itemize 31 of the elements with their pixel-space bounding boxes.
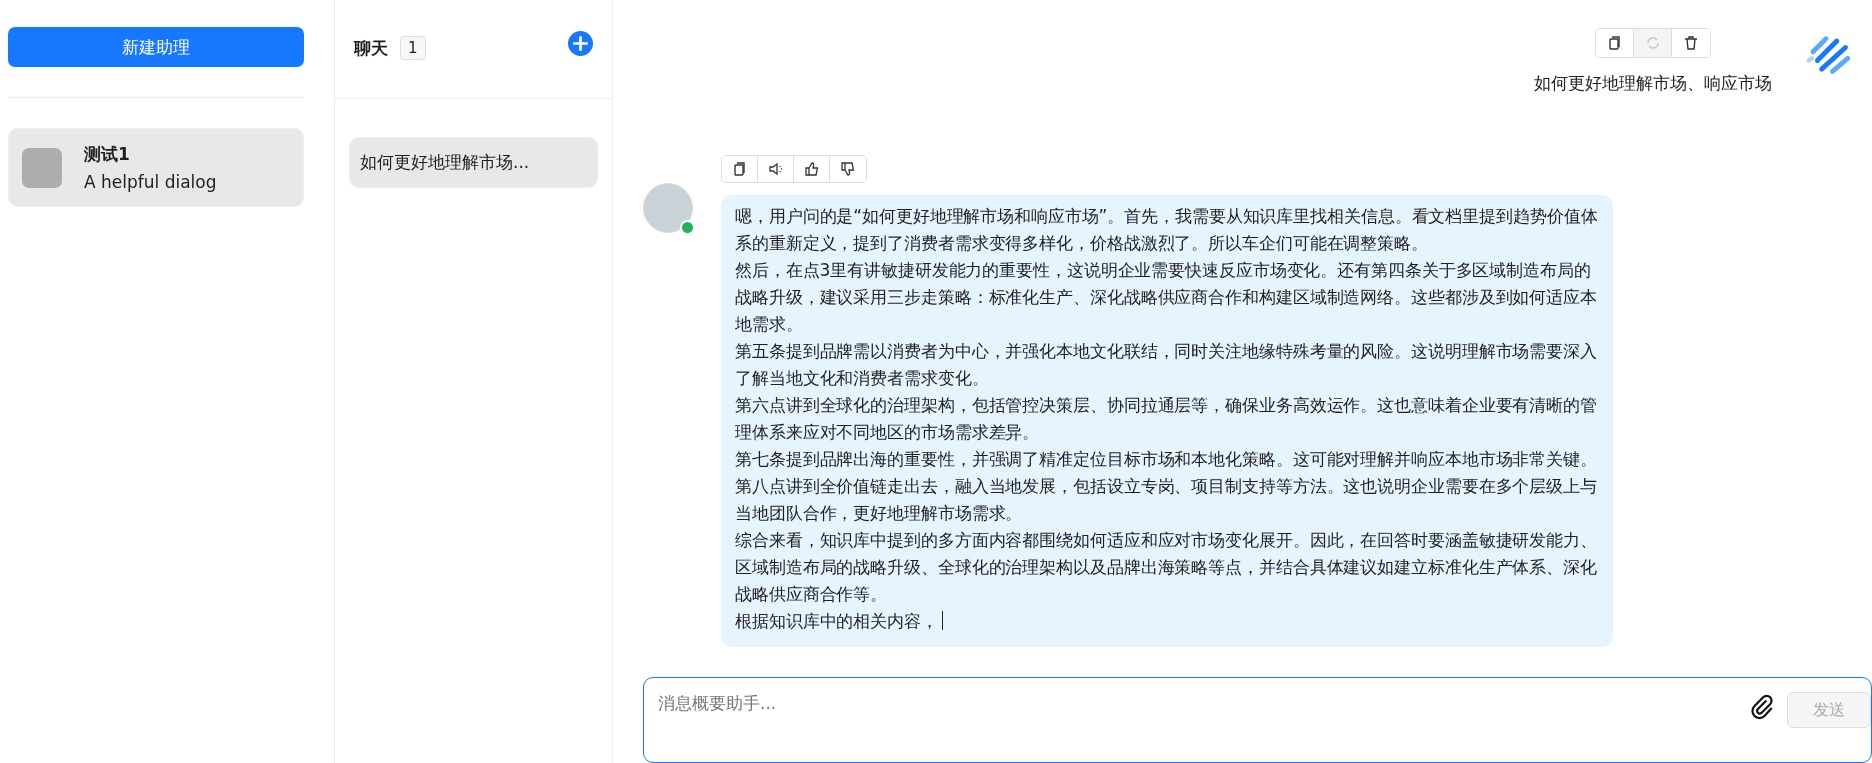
message-paragraph: 第八点讲到全价值链走出去，融入当地发展，包括设立专岗、项目制支持等方法。这也说明企业需要在多个层级上与当地团队合作，更好地理解市场需求。 xyxy=(735,476,1597,523)
send-button[interactable]: 发送 xyxy=(1787,692,1871,728)
message-paragraph: 根据知识库中的相关内容， xyxy=(735,611,938,631)
chat-count-badge: 1 xyxy=(400,36,426,60)
copy-icon xyxy=(731,161,748,177)
chat-item[interactable]: 如何更好地理解市场... xyxy=(349,137,598,188)
bot-avatar-image xyxy=(643,183,693,233)
new-assistant-button[interactable]: 新建助理 xyxy=(8,27,304,67)
message-paragraph: 综合来看，知识库中提到的多方面内容都围绕如何适应和应对市场变化展开。因此，在回答时要涵盖敏捷研发能力、区域制造布局的战略升级、全球化的治理架构以及品牌出海策略等点，并结合具体建议如建立标准化生产体系、深化战略供应商合作等。 xyxy=(735,530,1597,604)
add-chat-icon[interactable] xyxy=(568,30,593,56)
user-message: 如何更好地理解市场、响应市场 xyxy=(1534,72,1772,95)
copy-icon xyxy=(1606,35,1623,51)
assistant-name: 测试1 xyxy=(84,143,131,166)
copy-button[interactable] xyxy=(722,156,758,182)
refresh-icon xyxy=(1644,35,1661,51)
message-paragraph: 嗯，用户问的是“如何更好地理解市场和响应市场”。首先，我需要从知识库里找相关信息。看文档里提到趋势价值体系的重新定义，提到了消费者需求变得多样化，价格战激烈了。所以车企们可能在调整策略。 xyxy=(735,206,1598,253)
assistant-avatar xyxy=(22,147,62,188)
message-paragraph: 第七条提到品牌出海的重要性，并强调了精准定位目标市场和本地化策略。这可能对理解并响应本地市场非常关键。 xyxy=(735,449,1597,469)
thumbs-up-icon xyxy=(803,161,820,177)
copy-button[interactable] xyxy=(1596,29,1634,57)
message-paragraph: 第六点讲到全球化的治理架构，包括管控决策层、协同拉通层等，确保业务高效运作。这也意味着企业要有清晰的管理体系来应对不同地区的市场需求差异。 xyxy=(735,395,1597,442)
thumbs-down-icon xyxy=(840,161,856,177)
paperclip-icon[interactable] xyxy=(1749,694,1775,720)
assistant-description: A helpful dialog xyxy=(84,172,217,192)
assistant-card[interactable]: 测试1 A helpful dialog xyxy=(8,128,304,207)
message-paragraph: 然后，在点3里有讲敏捷研发能力的重要性，这说明企业需要快速反应市场变化。还有第四条关于多区域制造布局的战略升级，建议采用三步走策略：标准化生产、深化战略供应商合作和构建区域制造网络。这些都涉及到如何适应本地需求。 xyxy=(735,260,1597,334)
message-paragraph: 第五条提到品牌需以消费者为中心，并强化本地文化联结，同时关注地缘特殊考量的风险。这说明理解市场需要深入了解当地文化和消费者需求变化。 xyxy=(735,341,1597,388)
message-input-field[interactable]: 消息概要助手... 发送 xyxy=(643,677,1872,763)
chat-list-title: 聊天 xyxy=(354,36,388,60)
trash-icon xyxy=(1683,35,1699,51)
speaker-icon xyxy=(767,161,784,177)
